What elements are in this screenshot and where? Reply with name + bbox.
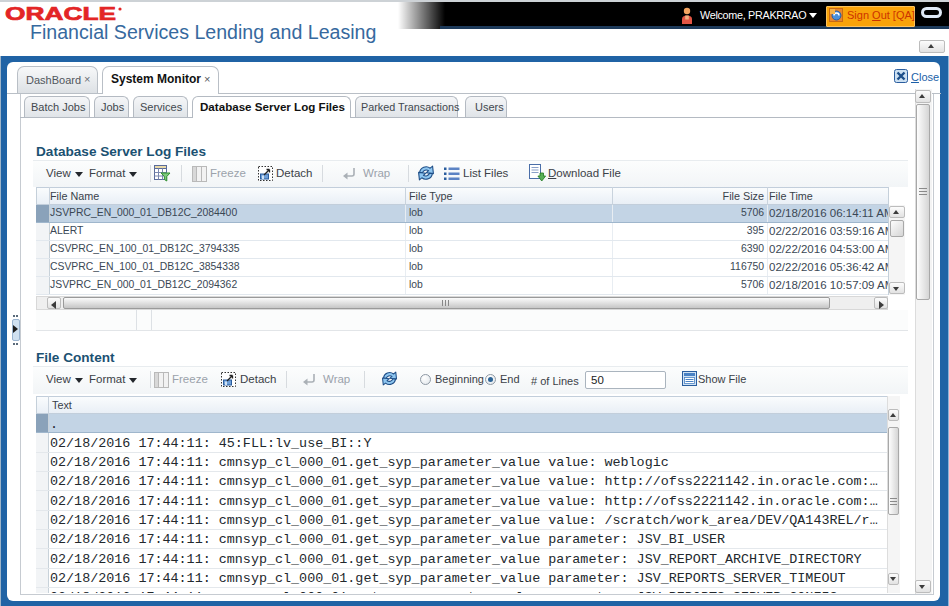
svg-text:ORACLE: ORACLE xyxy=(5,3,116,23)
